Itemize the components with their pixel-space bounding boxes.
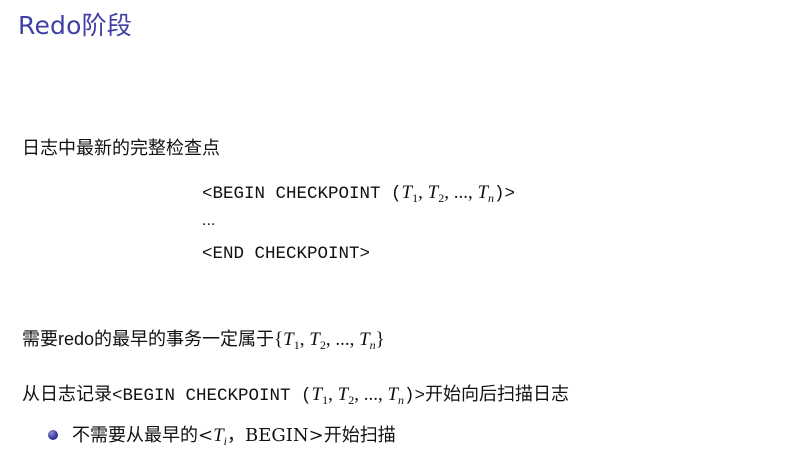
- comma: ,: [444, 182, 454, 203]
- latest-checkpoint-text: 日志中最新的完整检查点: [22, 138, 220, 159]
- comma: ,: [418, 182, 428, 203]
- transaction-set: {T1, T2, ..., Tn}: [274, 329, 385, 352]
- t-symbol: T: [213, 425, 224, 446]
- scan-start-line: 从日志记录<BEGIN CHECKPOINT (T1, T2, ..., Tn)…: [22, 380, 569, 408]
- t-symbol: T: [427, 182, 439, 203]
- t-symbol: T: [401, 182, 413, 203]
- redo-suffix: 的最早的事务一定属于: [94, 329, 275, 350]
- ti-symbol: Ti: [213, 425, 227, 448]
- checkpoint-ellipsis: ...: [202, 212, 216, 229]
- scan-prefix: 从日志记录: [22, 384, 112, 405]
- end-checkpoint-line: <END CHECKPOINT>: [202, 244, 371, 264]
- begin-checkpoint-suffix: )>: [494, 184, 516, 204]
- comma: ,: [328, 384, 338, 405]
- t-symbol: T: [477, 182, 489, 203]
- scan-suffix: 开始向后扫描日志: [425, 384, 570, 405]
- t-symbol: T: [283, 329, 294, 350]
- t-symbol: T: [309, 329, 320, 350]
- begin-checkpoint-prefix: <BEGIN CHECKPOINT (: [112, 386, 312, 406]
- begin-checkpoint-line: <BEGIN CHECKPOINT (T1, T2, ..., Tn)>: [202, 182, 515, 206]
- slide-title: Redo阶段: [18, 11, 132, 40]
- t-symbol: T: [337, 384, 349, 405]
- dots: ...: [335, 329, 350, 350]
- comma: ,: [299, 329, 310, 350]
- t-symbol: T: [359, 329, 370, 350]
- bullet-text: 不需要从最早的<Ti，BEGIN>开始扫描: [72, 421, 396, 449]
- t-symbol: T: [311, 384, 323, 405]
- open-brace: {: [274, 329, 284, 350]
- transaction-list: T1, T2, ..., Tn: [401, 182, 494, 205]
- redo-transaction-line: 需要redo的最早的事务一定属于{T1, T2, ..., Tn}: [22, 325, 385, 353]
- t-symbol: T: [387, 384, 399, 405]
- close-brace: }: [375, 329, 385, 350]
- redo-prefix: 需要: [22, 329, 58, 350]
- comma: ,: [349, 329, 360, 350]
- dots: ...: [453, 182, 468, 203]
- redo-word: redo: [58, 329, 95, 349]
- transaction-list: T1, T2, ..., Tn: [311, 384, 404, 407]
- dots: ...: [363, 384, 378, 405]
- comma: ,: [325, 329, 336, 350]
- comma: ,: [354, 384, 364, 405]
- bullet-suffix: ，BEGIN>开始扫描: [227, 425, 396, 446]
- begin-checkpoint-suffix: )>: [404, 386, 426, 406]
- bullet-icon: [48, 430, 58, 440]
- begin-checkpoint-prefix: <BEGIN CHECKPOINT (: [202, 184, 402, 204]
- bullet-prefix: 不需要从最早的<: [72, 425, 214, 446]
